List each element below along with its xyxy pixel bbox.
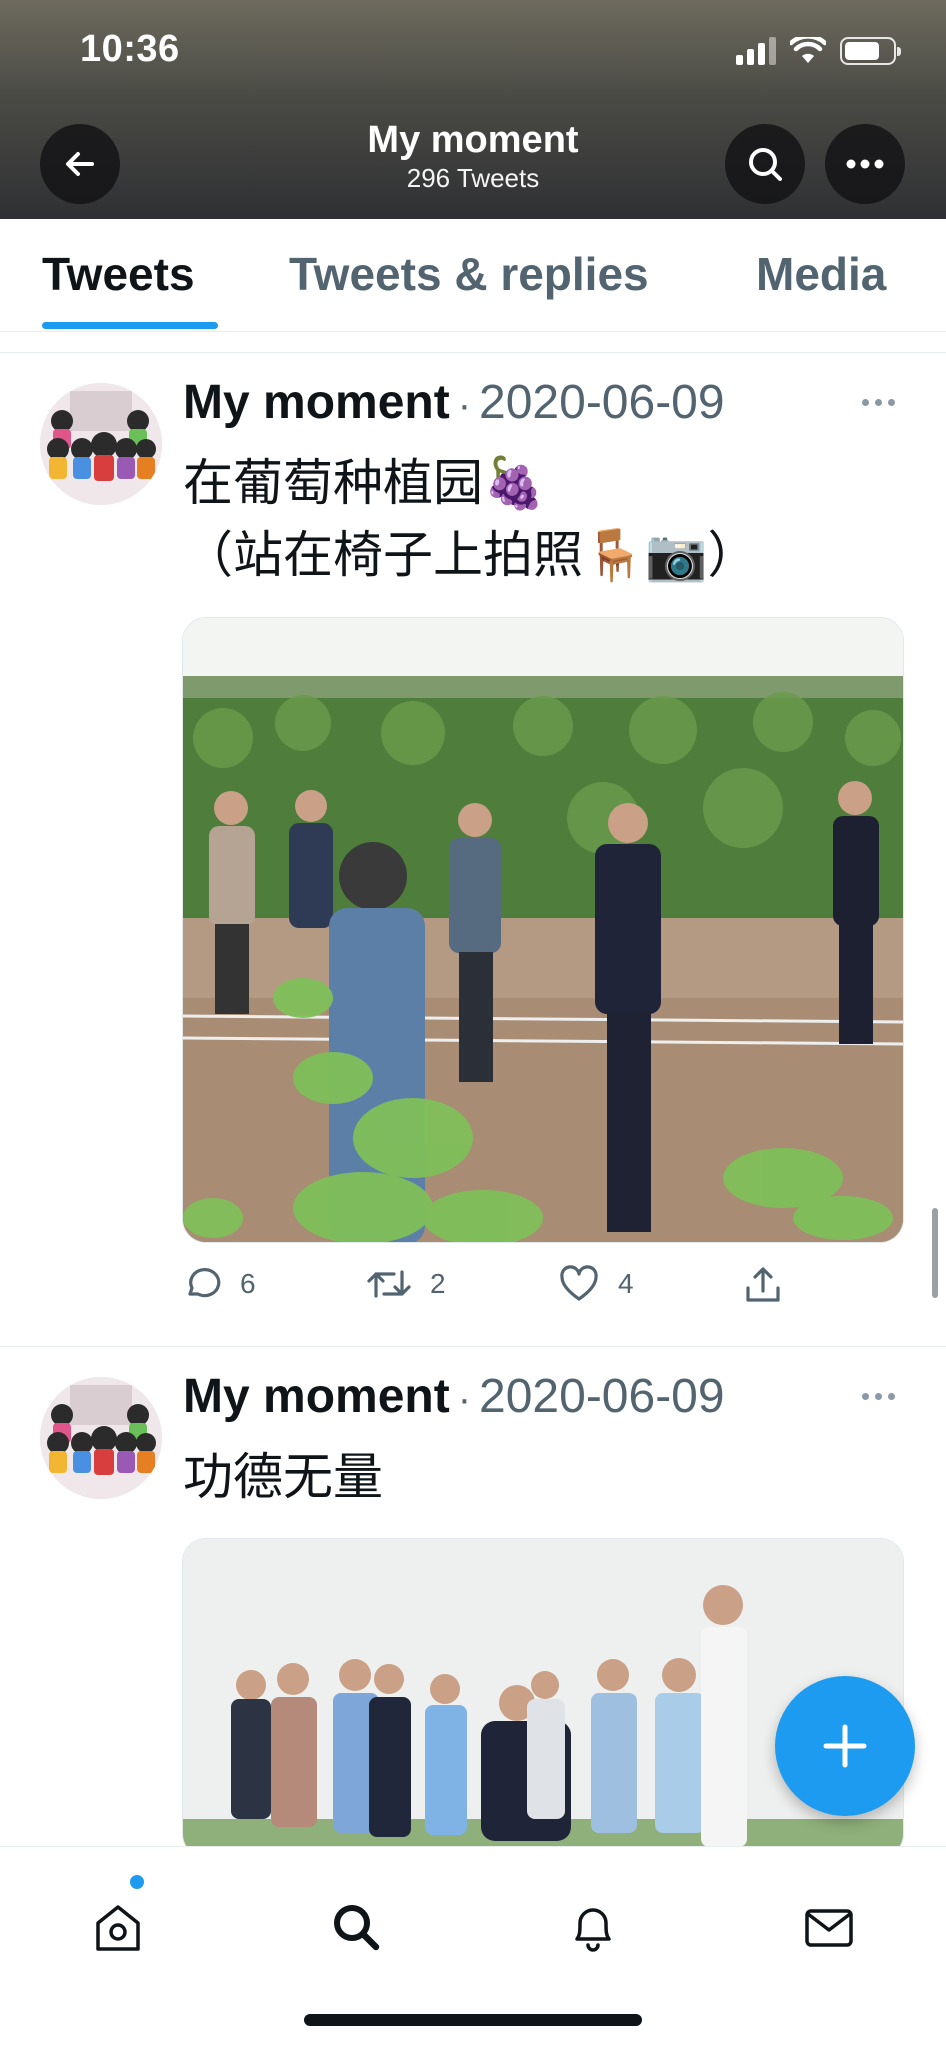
cellular-signal-icon [736, 37, 776, 65]
tweet-text: 在葡萄种植园🍇 （站在椅子上拍照🪑📷） [183, 447, 758, 591]
tweet-text-line: 在葡萄种植园🍇 [183, 455, 546, 511]
bottom-tab-bar [0, 1846, 946, 2049]
retweet-icon [367, 1270, 411, 1298]
tab-notifications[interactable] [553, 1887, 633, 1967]
like-count: 4 [618, 1268, 634, 1299]
tweet-more-icon[interactable] [862, 399, 895, 406]
home-icon [96, 1905, 140, 1951]
avatar[interactable] [40, 1377, 162, 1499]
status-icons [736, 34, 901, 68]
tab-tweets-and-replies[interactable]: Tweets & replies [289, 247, 649, 301]
more-options-button[interactable] [825, 124, 905, 204]
search-icon [749, 148, 782, 181]
search-icon [334, 1905, 380, 1951]
author-name[interactable]: My moment [183, 1369, 450, 1424]
tweet-header: My moment · 2020-06-09 [183, 1369, 725, 1424]
home-indicator[interactable] [304, 2014, 642, 2026]
avatar-image [40, 383, 162, 505]
heart-icon [560, 1265, 598, 1301]
retweet-count: 2 [430, 1268, 446, 1299]
tab-search[interactable] [316, 1887, 396, 1967]
more-horizontal-icon [846, 159, 884, 169]
tweet-header: My moment · 2020-06-09 [183, 375, 725, 430]
profile-tabs: Tweets Tweets & replies Media [0, 219, 946, 332]
tweet-photo[interactable] [182, 617, 904, 1243]
messages-mail-icon [805, 1909, 853, 1947]
tab-home[interactable] [78, 1887, 158, 1967]
like-button[interactable]: 4 [558, 1264, 634, 1304]
search-button[interactable] [725, 124, 805, 204]
status-time: 10:36 [80, 28, 180, 70]
reply-button[interactable]: 6 [182, 1264, 256, 1304]
share-button[interactable] [742, 1264, 784, 1306]
divider [0, 332, 946, 353]
reply-count: 6 [240, 1268, 256, 1299]
tweet-date[interactable]: 2020-06-09 [479, 1369, 725, 1424]
tab-media[interactable]: Media [756, 247, 886, 301]
compose-plus-icon [823, 1724, 867, 1768]
separator-dot: · [457, 383, 472, 427]
vineyard-photo [183, 618, 903, 1242]
tweet-text: 功德无量 [183, 1449, 383, 1505]
tweet-text-line: （站在椅子上拍照🪑📷） [183, 527, 758, 583]
tweet-item[interactable]: My moment · 2020-06-09 在葡萄种植园🍇 （站在椅子上拍照🪑📷… [0, 353, 946, 1347]
notifications-bell-icon [575, 1908, 611, 1952]
scroll-indicator[interactable] [932, 1208, 938, 1298]
avatar[interactable] [40, 383, 162, 505]
tab-messages[interactable] [789, 1887, 869, 1967]
wifi-icon [790, 37, 826, 63]
tweet-actions: 6 2 4 [182, 1264, 842, 1324]
tweet-more-icon[interactable] [862, 1393, 895, 1400]
retweet-button[interactable]: 2 [366, 1264, 446, 1304]
avatar-image [40, 1377, 162, 1499]
reply-icon [188, 1268, 221, 1298]
battery-icon [840, 37, 901, 65]
tab-tweets[interactable]: Tweets [42, 247, 195, 301]
active-tab-indicator [42, 322, 218, 329]
author-name[interactable]: My moment [183, 375, 450, 430]
compose-tweet-button[interactable] [775, 1676, 915, 1816]
profile-header: 10:36 My moment 296 Tweets [0, 0, 946, 219]
share-icon [746, 1267, 780, 1302]
tweet-date[interactable]: 2020-06-09 [479, 375, 725, 430]
separator-dot: · [457, 1377, 472, 1421]
notification-badge [130, 1875, 144, 1889]
